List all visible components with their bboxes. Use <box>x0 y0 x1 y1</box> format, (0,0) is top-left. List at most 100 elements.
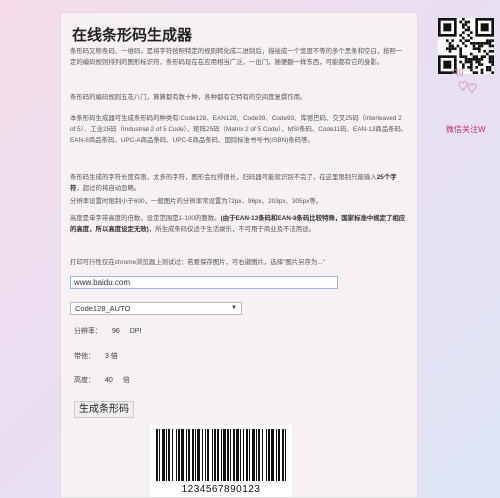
qr-module <box>446 39 449 42</box>
qr-module <box>488 60 492 64</box>
barcode-bar <box>214 429 216 481</box>
ratio-row: 带他： 3 倍 <box>74 351 118 361</box>
barcode-bar <box>186 429 187 481</box>
qr-module <box>448 50 452 53</box>
qr-module <box>464 39 468 42</box>
resolution-label: 分辨率： <box>74 328 102 335</box>
qr-module <box>459 50 462 53</box>
qr-module <box>475 55 478 58</box>
barcode-bar <box>188 429 190 481</box>
height-input[interactable]: 40 <box>105 377 113 384</box>
barcode-bar <box>285 429 286 481</box>
qr-module <box>472 55 476 58</box>
barcode-bar <box>258 429 260 481</box>
ratio-select[interactable]: 3 倍 <box>105 351 118 361</box>
barcode-bar <box>230 429 231 481</box>
resolution-row: 分辨率： 96 DPI <box>74 326 141 336</box>
qr-module <box>483 55 486 58</box>
qr-module <box>467 39 470 42</box>
qr-module <box>486 52 489 56</box>
qr-module <box>448 42 452 45</box>
qr-module <box>464 58 468 61</box>
qr-module <box>491 55 494 58</box>
qr-module <box>470 58 473 61</box>
qr-module <box>480 58 484 61</box>
barcode-bars <box>156 429 286 481</box>
barcode-bar <box>262 429 263 481</box>
barcode-bar <box>240 429 241 481</box>
resolution-unit: DPI <box>129 328 142 335</box>
qr-module <box>475 47 478 50</box>
ratio-label: 带他： <box>74 353 95 360</box>
qr-module <box>462 18 465 21</box>
barcode-bar <box>166 429 167 481</box>
barcode-bar <box>278 429 280 481</box>
qr-finder <box>480 23 489 32</box>
qr-module <box>472 47 476 50</box>
barcode-bar <box>252 429 255 481</box>
qr-module <box>448 47 452 50</box>
barcode-bar <box>271 429 274 481</box>
barcode-bar <box>233 429 235 481</box>
qr-module <box>459 55 462 58</box>
barcode-bar <box>207 429 209 481</box>
qr-module <box>486 39 489 42</box>
qr-module <box>467 60 470 64</box>
qr-module <box>483 42 486 45</box>
qr-module <box>483 50 486 53</box>
barcode-bar <box>236 429 239 481</box>
qr-module <box>478 44 481 48</box>
qr-module <box>472 44 476 48</box>
qr-module <box>462 55 465 58</box>
intro-paragraph-6-text: 高度是单字带高度的倍数，设定范围是1-100的整数。 <box>70 215 221 222</box>
barcode-bar <box>223 429 226 481</box>
qr-module <box>462 31 465 34</box>
intro-paragraph-3: 本条形码生成器可生成条形码的种类有:Code128、EAN128、Code39、… <box>70 115 408 144</box>
qr-module <box>464 23 468 26</box>
barcode-bar <box>205 429 206 481</box>
barcode-bar <box>192 429 194 481</box>
qr-module <box>478 60 481 64</box>
qr-module <box>470 60 473 64</box>
qr-module <box>486 42 489 45</box>
qr-module <box>491 60 494 64</box>
qr-module <box>451 39 454 42</box>
qr-module <box>459 52 462 56</box>
qr-module <box>488 50 492 53</box>
qr-module <box>456 44 460 48</box>
qr-module <box>491 39 494 42</box>
barcode-bar <box>276 429 277 481</box>
sticker-text: cjg <box>452 66 464 76</box>
generate-barcode-button[interactable]: 生成条形码 <box>74 401 134 418</box>
barcode-bar <box>256 429 257 481</box>
qr-module <box>467 26 470 29</box>
qr-module <box>462 36 465 40</box>
chevron-down-icon: ▼ <box>231 305 237 311</box>
qr-module <box>459 34 462 37</box>
barcode-bar <box>195 429 196 481</box>
barcode-bar <box>246 429 248 481</box>
barcode-bar <box>176 429 177 481</box>
barcode-bar <box>172 429 173 481</box>
content-input[interactable]: www.baidu.com <box>70 276 338 289</box>
barcode-type-select[interactable]: Code128_AUTO ▼ <box>70 302 242 315</box>
barcode-bar <box>282 429 284 481</box>
qr-module <box>488 58 492 61</box>
intro-paragraph-4: 条形码生成的字符长度有限，太多的字符，图形会拉得很长，扫码器可能就识别不完了，在… <box>70 172 408 194</box>
barcode-bar <box>162 429 165 481</box>
qr-module <box>451 47 454 50</box>
intro-paragraph-1: 条形码又称条码、一维码，是将字符按照特定的规则转化成二进制后，描绘成一个宽度不等… <box>70 48 403 66</box>
qr-module <box>459 39 462 42</box>
intro-paragraph-4-tail: ，超过的将自动忽略。 <box>76 185 141 192</box>
qr-module <box>462 26 465 29</box>
barcode-bar <box>217 429 219 481</box>
barcode-bar <box>227 429 229 481</box>
qr-module <box>478 50 481 53</box>
intro-paragraph-4-text: 条形码生成的字符长度有限，太多的字符，图形会拉得很长，扫码器可能就识别不完了，在… <box>70 174 377 181</box>
qr-module <box>472 42 476 45</box>
qr-module <box>475 58 478 61</box>
qr-module <box>462 42 465 45</box>
resolution-input[interactable]: 96 <box>112 328 120 335</box>
qr-module <box>491 58 494 61</box>
barcode-bar <box>268 429 270 481</box>
